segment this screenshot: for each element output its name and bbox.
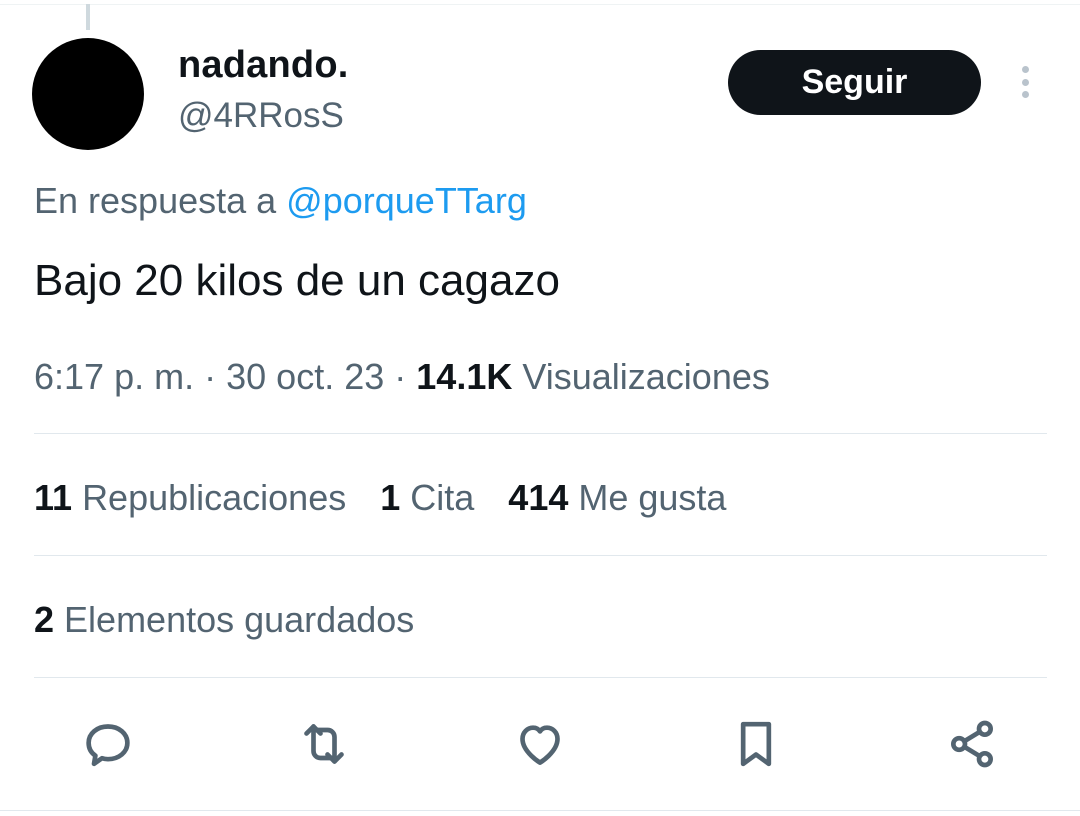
author-display-name[interactable]: nadando. bbox=[178, 44, 349, 87]
likes-label: Me gusta bbox=[578, 477, 727, 518]
reply-icon bbox=[86, 724, 130, 767]
action-bar bbox=[0, 714, 1080, 778]
reply-mention-link[interactable]: @porqueTTarg bbox=[286, 180, 527, 221]
engagement-stats: 11 Republicaciones 1 Cita 414 Me gusta bbox=[34, 477, 726, 519]
repost-button[interactable] bbox=[294, 714, 354, 774]
reposts-count: 11 bbox=[34, 477, 73, 518]
reposts-label: Republicaciones bbox=[82, 477, 347, 518]
meta-separator: · bbox=[394, 356, 407, 397]
likes-stat[interactable]: 414 Me gusta bbox=[508, 477, 726, 519]
repost-icon bbox=[304, 724, 344, 764]
avatar[interactable] bbox=[32, 38, 144, 150]
tweet-date[interactable]: 30 oct. 23 bbox=[226, 356, 384, 397]
thread-connector-line bbox=[86, 4, 90, 30]
top-border bbox=[0, 4, 1080, 5]
quotes-stat[interactable]: 1 Cita bbox=[380, 477, 474, 519]
quotes-label: Cita bbox=[410, 477, 475, 518]
reply-button[interactable] bbox=[78, 714, 138, 774]
share-icon bbox=[951, 720, 993, 768]
bottom-border bbox=[0, 810, 1080, 811]
divider bbox=[34, 433, 1047, 434]
tweet-text: Bajo 20 kilos de un cagazo bbox=[34, 256, 560, 305]
more-vertical-icon[interactable] bbox=[1010, 62, 1040, 102]
like-button[interactable] bbox=[510, 714, 570, 774]
reposts-stat[interactable]: 11 Republicaciones bbox=[34, 477, 346, 519]
tweet-meta: 6:17 p. m. · 30 oct. 23 · 14.1K Visualiz… bbox=[34, 356, 770, 398]
bookmarks-count: 2 bbox=[34, 599, 55, 640]
bookmarks-label: Elementos guardados bbox=[64, 599, 415, 640]
bookmark-icon bbox=[740, 721, 772, 767]
bookmarks-stat[interactable]: 2 Elementos guardados bbox=[34, 599, 414, 641]
author-handle[interactable]: @4RRosS bbox=[178, 96, 344, 136]
follow-button[interactable]: Seguir bbox=[728, 50, 981, 115]
more-dot bbox=[1021, 91, 1029, 98]
bookmark-button[interactable] bbox=[726, 714, 786, 774]
tweet-time[interactable]: 6:17 p. m. bbox=[34, 356, 194, 397]
share-button[interactable] bbox=[942, 714, 1002, 774]
views-label: Visualizaciones bbox=[522, 356, 770, 397]
heart-icon bbox=[520, 725, 560, 765]
quotes-count: 1 bbox=[380, 477, 401, 518]
views-count: 14.1K bbox=[416, 356, 513, 397]
divider bbox=[34, 555, 1047, 556]
divider bbox=[34, 677, 1047, 678]
reply-prefix: En respuesta a bbox=[34, 180, 277, 221]
more-dot bbox=[1021, 66, 1029, 73]
more-dot bbox=[1021, 78, 1029, 86]
likes-count: 414 bbox=[508, 477, 569, 518]
meta-separator: · bbox=[204, 356, 217, 397]
reply-context: En respuesta a @porqueTTarg bbox=[34, 180, 527, 222]
